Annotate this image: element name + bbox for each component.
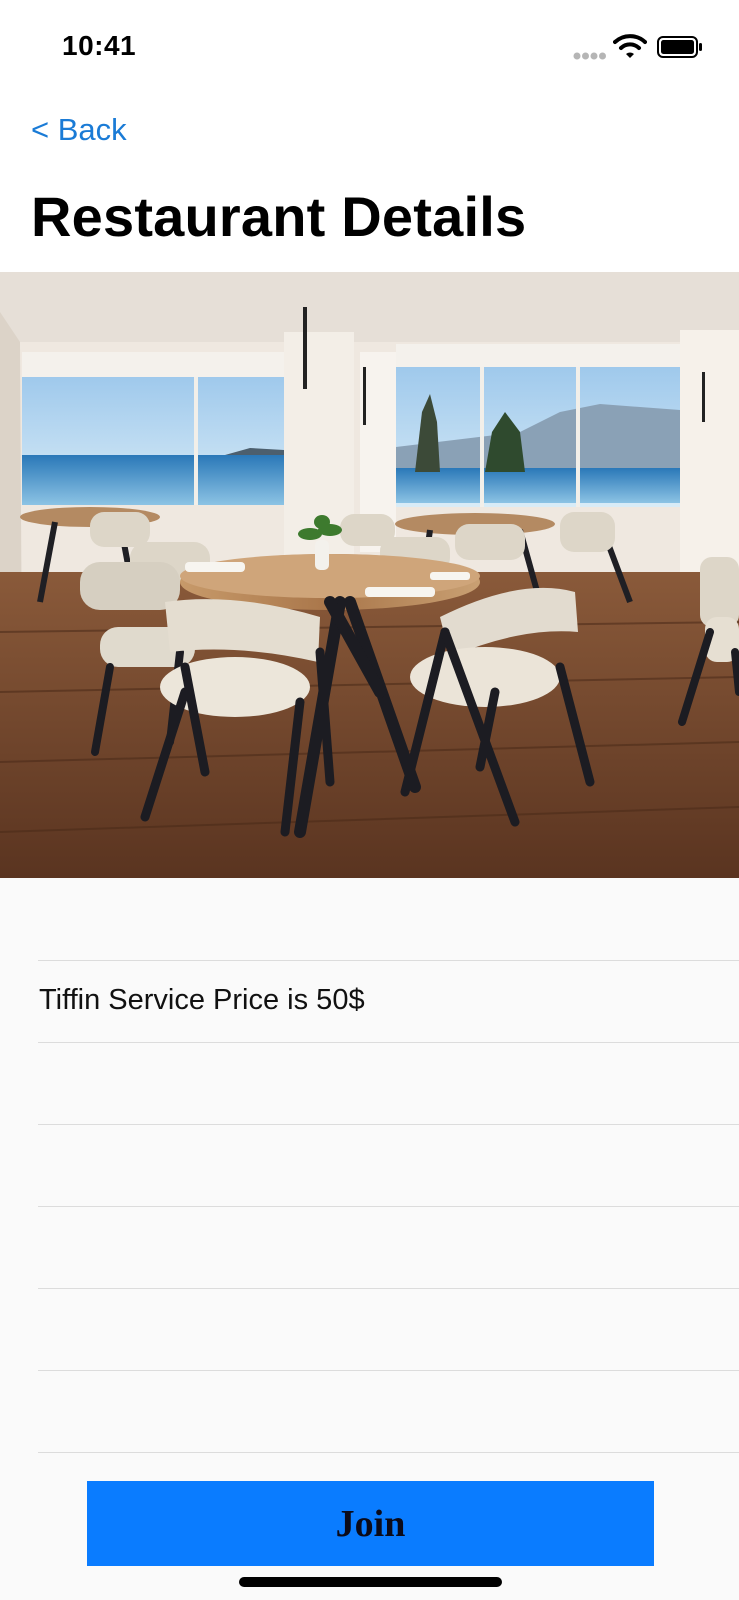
list-item: [38, 1370, 739, 1453]
list-item: [38, 1124, 739, 1207]
list-item: [38, 1042, 739, 1125]
list-item: [38, 1206, 739, 1289]
battery-icon: [657, 36, 702, 58]
details-list: Tiffin Service Price is 50$: [0, 878, 739, 1458]
list-item: [38, 1288, 739, 1371]
back-button[interactable]: < Back: [31, 112, 127, 148]
list-item: [38, 878, 739, 961]
list-item-label: Tiffin Service Price is 50$: [39, 984, 365, 1016]
status-bar: 10:41: [0, 0, 739, 92]
status-time: 10:41: [62, 30, 137, 61]
restaurant-image: [0, 272, 739, 878]
join-button[interactable]: Join: [87, 1481, 654, 1566]
navigation-bar: < Back Restaurant Details: [0, 92, 739, 272]
home-indicator: [239, 1577, 502, 1587]
page-title: Restaurant Details: [31, 185, 527, 248]
wifi-icon: [613, 34, 647, 58]
list-item: Tiffin Service Price is 50$: [38, 960, 739, 1043]
cellular-signal-icon: [573, 52, 606, 60]
